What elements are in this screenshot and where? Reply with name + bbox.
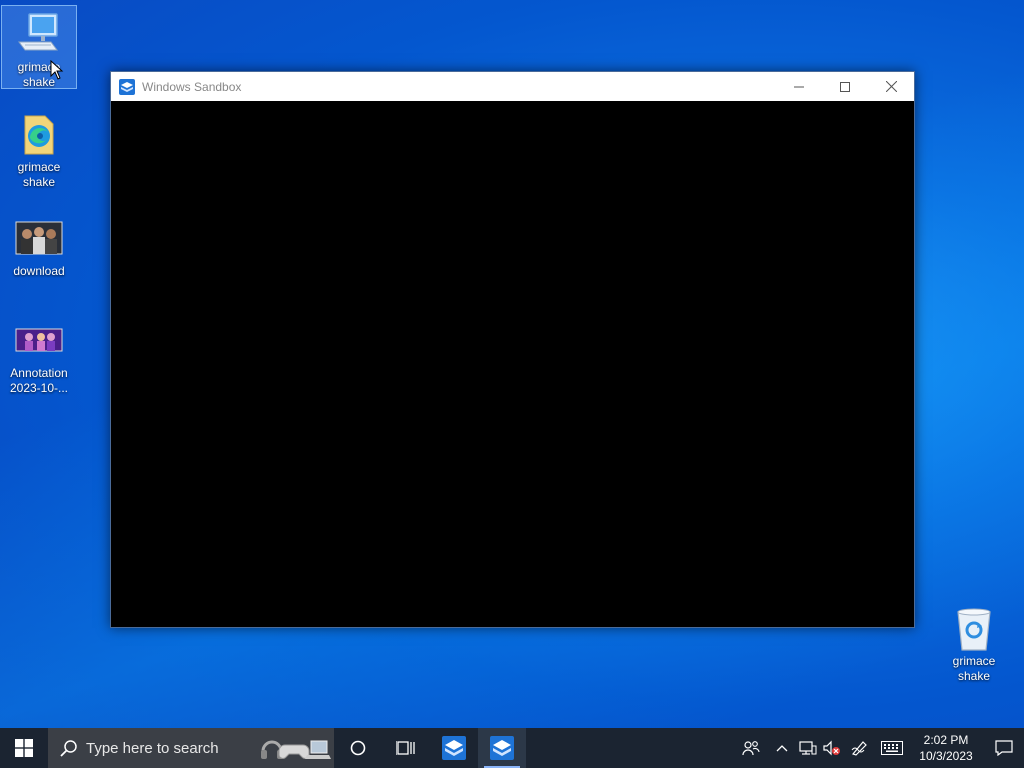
desktop-icon-label: Annotation [10, 366, 68, 380]
maximize-button[interactable] [822, 72, 868, 101]
clock-time: 2:02 PM [923, 733, 969, 747]
sandbox-window[interactable]: Windows Sandbox [110, 71, 915, 628]
search-highlight-image[interactable] [256, 728, 334, 768]
desktop-icon-download[interactable]: download [2, 210, 76, 279]
close-button[interactable] [868, 72, 914, 101]
close-icon [885, 81, 897, 92]
minimize-icon [794, 86, 804, 87]
desktop-icon-annotation[interactable]: Annotation 2023-10-... [2, 312, 76, 396]
desktop-icon-label: grimace [17, 160, 61, 174]
volume-muted-icon [823, 740, 840, 756]
sandbox-app-icon [442, 736, 466, 760]
sandbox-content-area[interactable] [111, 101, 914, 627]
show-hidden-icons-button[interactable] [768, 728, 796, 768]
maximize-icon [840, 81, 850, 92]
desktop-icon-label: 2023-10-... [9, 381, 69, 395]
task-view-icon [396, 741, 415, 755]
start-button[interactable] [0, 728, 48, 768]
minimize-button[interactable] [776, 72, 822, 101]
desktop-icon-recycle-bin[interactable]: grimace shake [937, 600, 1011, 684]
desktop-icon-edge-shortcut[interactable]: grimace shake [2, 106, 76, 190]
sandbox-app-icon [490, 736, 514, 760]
window-titlebar[interactable]: Windows Sandbox [111, 72, 914, 101]
notification-icon [995, 740, 1013, 756]
pen-workspace-button[interactable] [844, 728, 876, 768]
people-icon [742, 741, 760, 756]
action-center-button[interactable] [984, 728, 1024, 768]
computer-icon [15, 10, 63, 58]
cortana-button[interactable] [334, 728, 382, 768]
taskbar-pinned-sandbox[interactable] [430, 728, 478, 768]
volume-button[interactable] [820, 728, 844, 768]
taskbar-clock[interactable]: 2:02 PM 10/3/2023 [908, 732, 984, 764]
desktop-icon-label: download [13, 264, 65, 278]
image-thumbnail-icon [15, 316, 63, 364]
cortana-circle-icon [350, 740, 366, 756]
clock-date: 10/3/2023 [919, 749, 973, 763]
pen-icon [851, 741, 867, 756]
edge-folder-icon [15, 110, 63, 158]
desktop-icon-label: shake [22, 75, 56, 89]
window-title: Windows Sandbox [142, 79, 242, 94]
network-icon [799, 741, 817, 755]
touch-keyboard-button[interactable] [876, 728, 908, 768]
search-highlight-icon [261, 740, 331, 759]
chevron-up-icon [776, 745, 788, 752]
task-view-button[interactable] [382, 728, 430, 768]
people-button[interactable] [734, 728, 768, 768]
desktop-icon-label: grimace [17, 60, 61, 74]
desktop-icon-label: grimace [952, 654, 996, 668]
search-placeholder: Type here to search [86, 739, 219, 757]
image-thumbnail-icon [15, 214, 63, 262]
keyboard-icon [881, 741, 903, 755]
desktop-icon-label: shake [957, 669, 991, 683]
system-tray: 2:02 PM 10/3/2023 [734, 728, 1024, 768]
taskbar-running-sandbox[interactable] [478, 728, 526, 768]
sandbox-app-icon [119, 78, 135, 95]
windows-logo-icon [15, 739, 33, 757]
mouse-cursor-icon [50, 59, 64, 85]
search-icon [60, 740, 77, 757]
recycle-bin-icon [950, 604, 998, 652]
network-button[interactable] [796, 728, 820, 768]
taskbar: Type here to search 2:02 PM 10/3/2023 [0, 728, 1024, 768]
taskbar-search-box[interactable]: Type here to search [48, 728, 334, 768]
desktop-icon-this-pc[interactable]: grimace shake [1, 5, 77, 89]
desktop-icon-label: shake [22, 175, 56, 189]
